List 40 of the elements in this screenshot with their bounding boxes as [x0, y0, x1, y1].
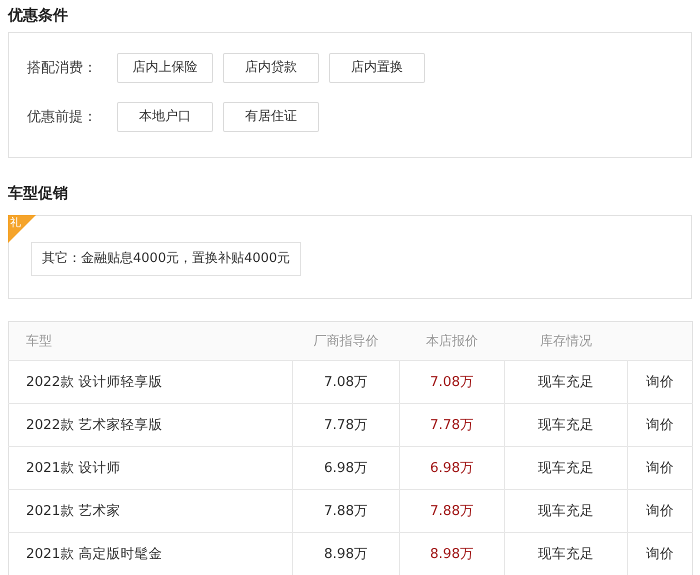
section-title: 车型促销 [8, 183, 69, 204]
table-cell: 2022款 设计师轻享版 [8, 360, 292, 404]
inquiry-link[interactable]: 询价 [646, 460, 674, 476]
table-cell: 8.98万 [400, 532, 504, 575]
column-header: 车型 [8, 322, 292, 360]
table-cell: 8.98万 [292, 532, 400, 575]
condition-tag: 店内置换 [329, 53, 425, 83]
table-cell: 7.08万 [292, 360, 400, 404]
table-cell: 现车充足 [504, 532, 628, 575]
table-cell: 现车充足 [504, 360, 628, 404]
table-cell: 7.88万 [400, 490, 504, 532]
condition-tag: 店内贷款 [223, 53, 319, 83]
condition-label: 搭配消费： [27, 59, 98, 77]
condition-tag: 本地户口 [117, 102, 213, 132]
table-cell: 现车充足 [504, 404, 628, 446]
column-header: 库存情况 [504, 322, 628, 360]
table-cell: 7.08万 [400, 360, 504, 404]
table-cell: 2022款 艺术家轻享版 [8, 404, 292, 446]
table-cell: 2021款 艺术家 [8, 490, 292, 532]
table-cell: 6.98万 [292, 446, 400, 490]
condition-tag: 店内上保险 [117, 53, 213, 83]
column-header: 本店报价 [400, 322, 504, 360]
promotion-text: 其它：金融贴息4000元，置换补贴4000元 [31, 242, 302, 276]
inquiry-link[interactable]: 询价 [646, 417, 674, 433]
table-cell: 现车充足 [504, 446, 628, 490]
table-cell: 2021款 设计师 [8, 446, 292, 490]
table-cell: 7.78万 [292, 404, 400, 446]
table-cell: 7.78万 [400, 404, 504, 446]
inquiry-link[interactable]: 询价 [646, 374, 674, 390]
inquiry-link[interactable]: 询价 [646, 503, 674, 519]
column-header: 厂商指导价 [292, 322, 400, 360]
table-cell: 现车充足 [504, 490, 628, 532]
condition-tag: 有居住证 [223, 102, 319, 132]
section-title: 优惠条件 [8, 5, 69, 26]
inquiry-link[interactable]: 询价 [646, 546, 674, 562]
table-cell: 7.88万 [292, 490, 400, 532]
table-cell: 2021款 高定版时髦金 [8, 532, 292, 575]
table-cell: 6.98万 [400, 446, 504, 490]
gift-badge: 礼 [8, 215, 36, 243]
condition-label: 优惠前提： [27, 108, 98, 126]
